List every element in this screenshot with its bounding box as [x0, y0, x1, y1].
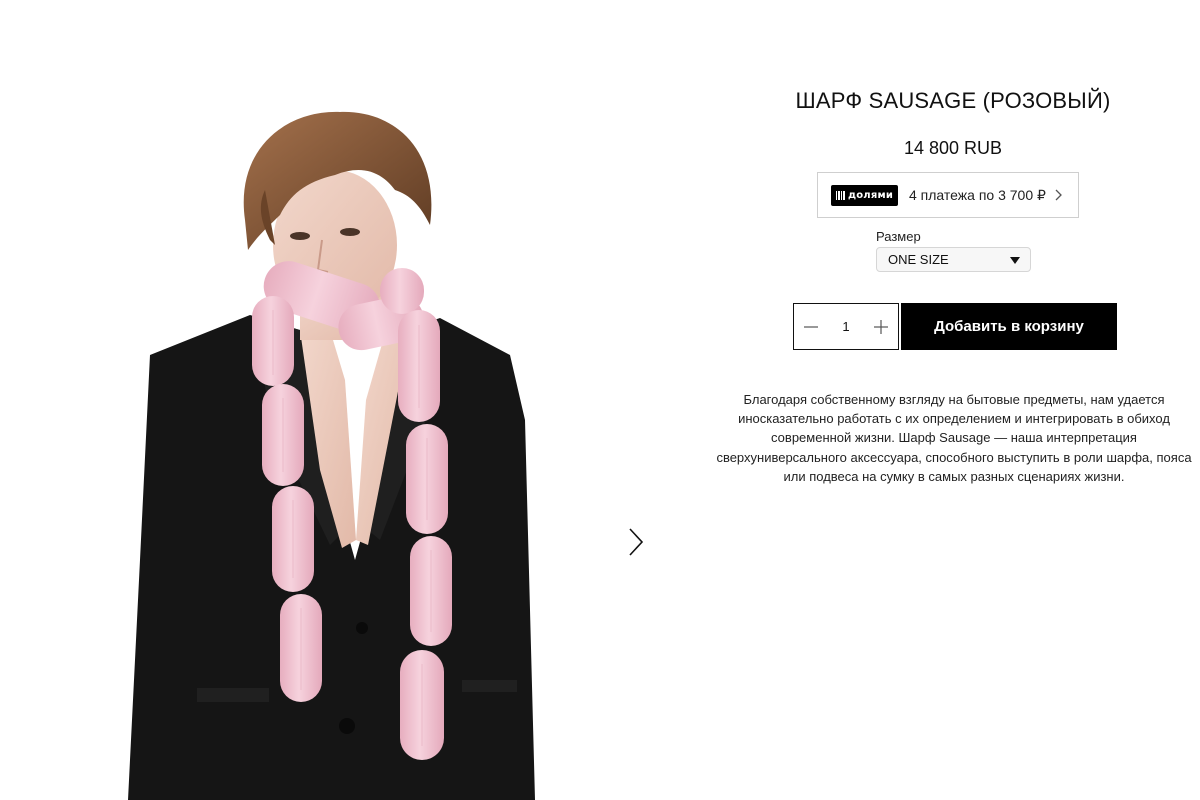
dolyami-logo: долями	[831, 184, 898, 206]
add-to-cart-button[interactable]: Добавить в корзину	[901, 303, 1117, 350]
gallery-next-button[interactable]	[622, 524, 650, 560]
product-title: ШАРФ SAUSAGE (РОЗОВЫЙ)	[795, 88, 1111, 113]
size-select[interactable]: ONE SIZE	[876, 247, 1031, 272]
quantity-decrease-button[interactable]	[794, 304, 828, 349]
installments-banner[interactable]: долями 4 платежа по 3 700 ₽	[817, 172, 1079, 218]
chevron-right-icon	[629, 528, 644, 556]
minus-icon	[804, 325, 818, 328]
product-info: ШАРФ SAUSAGE (РОЗОВЫЙ) 14 800 RUB долями…	[700, 0, 1200, 800]
quantity-value[interactable]: 1	[831, 319, 861, 334]
installments-text: 4 платежа по 3 700 ₽	[909, 186, 1046, 203]
chevron-right-icon	[1055, 189, 1062, 201]
product-gallery[interactable]	[0, 0, 660, 800]
product-photo	[128, 111, 535, 800]
product-page: ШАРФ SAUSAGE (РОЗОВЫЙ) 14 800 RUB долями…	[0, 0, 1200, 800]
size-selected-value: ONE SIZE	[888, 252, 949, 267]
dolyami-bars-icon	[835, 190, 845, 200]
size-label: Размер	[876, 229, 921, 244]
product-description: Благодаря собственному взгляду на бытовы…	[716, 392, 1192, 484]
quantity-stepper: 1	[793, 303, 899, 350]
dolyami-logo-text: долями	[847, 189, 894, 201]
plus-icon	[874, 319, 888, 334]
product-price: 14 800 RUB	[903, 138, 1003, 158]
caret-down-icon	[1010, 257, 1020, 264]
quantity-increase-button[interactable]	[864, 304, 898, 349]
